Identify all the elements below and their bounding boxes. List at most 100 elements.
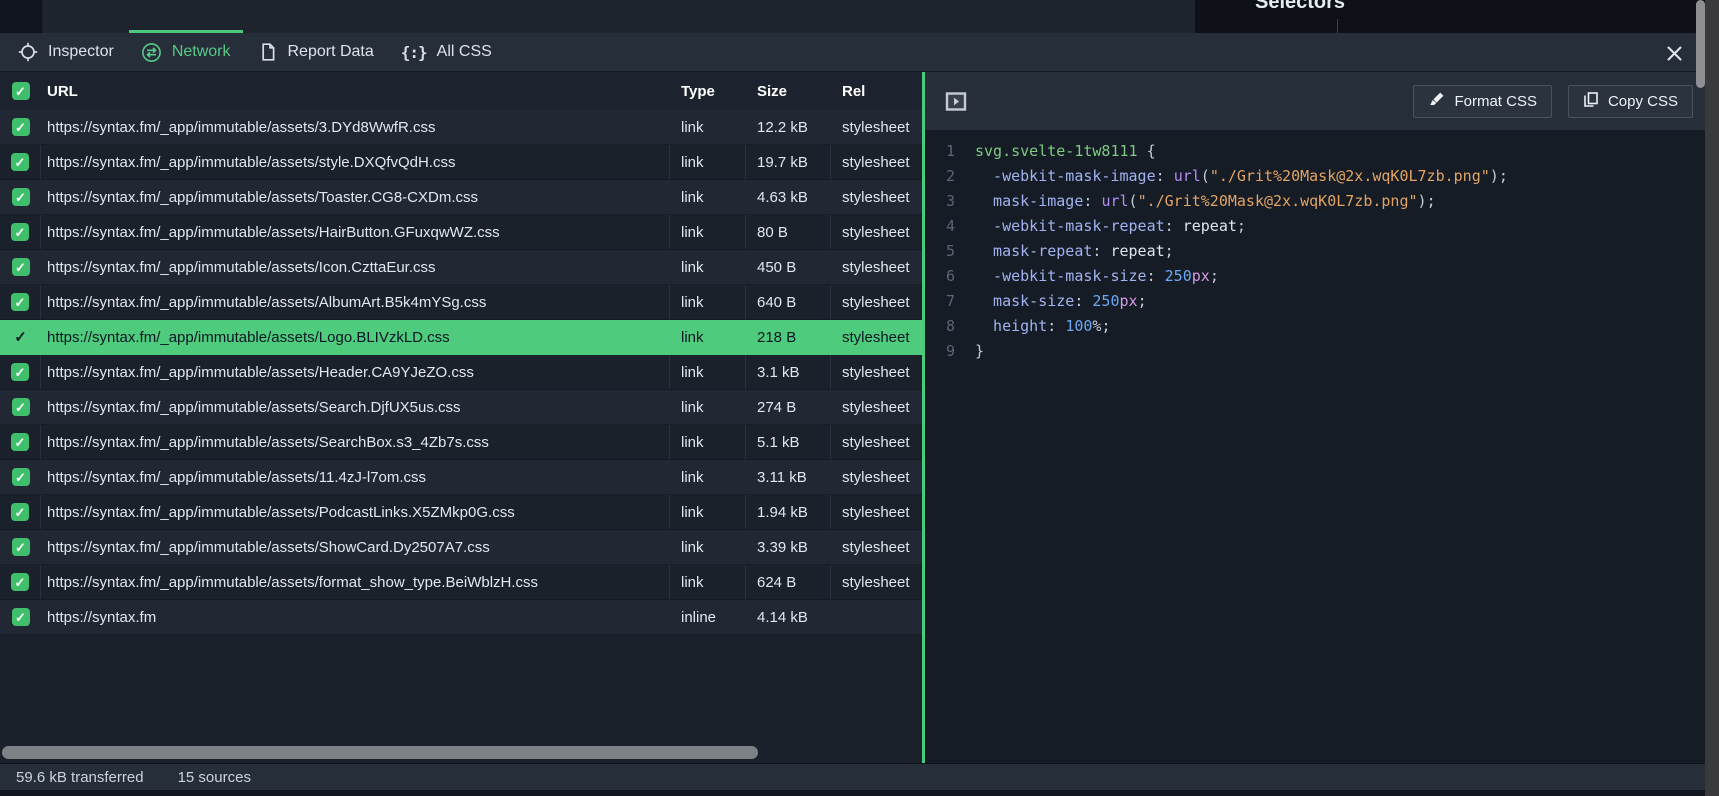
- line-number: 5: [925, 239, 955, 264]
- check-icon: ✓: [11, 223, 29, 241]
- code-line: 9}: [925, 339, 1705, 364]
- row-checkbox[interactable]: ✓: [0, 110, 41, 144]
- row-checkbox[interactable]: ✓: [0, 600, 41, 634]
- table-row[interactable]: ✓https://syntax.fm/_app/immutable/assets…: [0, 355, 922, 390]
- line-number: 4: [925, 214, 955, 239]
- row-url-cell: https://syntax.fm/_app/immutable/assets/…: [41, 110, 670, 144]
- row-checkbox[interactable]: ✓: [0, 355, 41, 389]
- code-line: 1svg.svelte-1tw8111 {: [925, 139, 1705, 164]
- row-rel-cell: stylesheet: [831, 390, 922, 424]
- table-row[interactable]: ✓https://syntax.fm/_app/immutable/assets…: [0, 320, 922, 355]
- row-checkbox[interactable]: ✓: [0, 495, 41, 529]
- table-row[interactable]: ✓https://syntax.fm/_app/immutable/assets…: [0, 460, 922, 495]
- row-type-cell: link: [670, 460, 746, 494]
- row-rel-cell: stylesheet: [831, 565, 922, 599]
- browser-window: Selectors Inspector: [0, 0, 1719, 796]
- braces-icon: {:}: [401, 43, 427, 62]
- tab-all-css[interactable]: {:} All CSS: [401, 33, 492, 71]
- row-size-cell: 3.39 kB: [746, 530, 831, 564]
- code-line: 5 mask-repeat: repeat;: [925, 239, 1705, 264]
- status-bar: 59.6 kB transferred 15 sources: [0, 763, 1705, 790]
- row-checkbox[interactable]: ✓: [0, 215, 41, 249]
- devtools-bottom-edge: [0, 790, 1705, 796]
- page-vertical-scrollbar-thumb[interactable]: [1696, 0, 1705, 88]
- network-arrows-icon: [141, 42, 162, 63]
- table-row[interactable]: ✓https://syntax.fm/_app/immutable/assets…: [0, 285, 922, 320]
- horizontal-scrollbar-thumb[interactable]: [2, 746, 758, 759]
- check-icon: ✓: [12, 118, 30, 136]
- table-row[interactable]: ✓https://syntax.fm/_app/immutable/assets…: [0, 180, 922, 215]
- row-size-cell: 3.1 kB: [746, 355, 831, 389]
- row-checkbox[interactable]: ✓: [0, 250, 41, 284]
- check-icon: ✓: [11, 293, 29, 311]
- table-row[interactable]: ✓https://syntax.fm/_app/immutable/assets…: [0, 530, 922, 565]
- page-right-dark-block: Selectors: [1195, 0, 1705, 33]
- table-row[interactable]: ✓ https://syntax.fm/_app/immutable/assets…: [0, 390, 922, 425]
- code-line: 3 mask-image: url("./Grit%20Mask@2x.wqK0…: [925, 189, 1705, 214]
- row-checkbox[interactable]: ✓: [0, 145, 41, 179]
- copy-css-button[interactable]: Copy CSS: [1568, 85, 1693, 118]
- tab-inspector[interactable]: Inspector: [18, 33, 114, 71]
- table-row[interactable]: ✓https://syntax.fminline4.14 kB: [0, 600, 922, 635]
- row-type-cell: link: [670, 320, 746, 354]
- row-size-cell: 5.1 kB: [746, 425, 831, 459]
- row-url-cell: https://syntax.fm/_app/immutable/assets/…: [41, 215, 670, 249]
- row-url-cell: https://syntax.fm/_app/immutable/assets/…: [41, 390, 670, 424]
- row-type-cell: link: [670, 145, 746, 179]
- row-url-cell: https://syntax.fm/_app/immutable/assets/…: [41, 495, 670, 529]
- row-checkbox[interactable]: ✓: [0, 390, 41, 424]
- row-type-cell: inline: [670, 600, 746, 634]
- row-checkbox[interactable]: ✓: [0, 460, 41, 494]
- table-row[interactable]: ✓ https://syntax.fm/_app/immutable/assets…: [0, 215, 922, 250]
- row-rel-cell: stylesheet: [831, 285, 922, 319]
- row-type-cell: link: [670, 215, 746, 249]
- row-type-cell: link: [670, 285, 746, 319]
- table-row[interactable]: ✓ https://syntax.fm/_app/immutable/assets…: [0, 495, 922, 530]
- tab-label: Network: [172, 43, 231, 61]
- tab-network[interactable]: Network: [141, 33, 231, 71]
- panel-toggle-icon[interactable]: [945, 91, 968, 112]
- check-icon: ✓: [12, 398, 30, 416]
- line-number: 2: [925, 164, 955, 189]
- check-icon: ✓: [11, 503, 29, 521]
- row-checkbox[interactable]: ✓: [0, 285, 41, 319]
- table-row[interactable]: ✓ https://syntax.fm/_app/immutable/assets…: [0, 110, 922, 145]
- check-icon: ✓: [12, 608, 30, 626]
- row-size-cell: 624 B: [746, 565, 831, 599]
- row-url-cell: https://syntax.fm/_app/immutable/assets/…: [41, 355, 670, 389]
- close-devtools-button[interactable]: [1663, 42, 1685, 64]
- code-line: 2 -webkit-mask-image: url("./Grit%20Mask…: [925, 164, 1705, 189]
- row-rel-cell: stylesheet: [831, 425, 922, 459]
- table-row[interactable]: ✓https://syntax.fm/_app/immutable/assets…: [0, 250, 922, 285]
- sources-count: 15 sources: [178, 769, 251, 786]
- row-rel-cell: stylesheet: [831, 180, 922, 214]
- row-rel-cell: stylesheet: [831, 530, 922, 564]
- row-checkbox[interactable]: ✓: [0, 180, 41, 214]
- row-type-cell: link: [670, 565, 746, 599]
- row-checkbox[interactable]: ✓: [0, 425, 41, 459]
- format-css-button[interactable]: Format CSS: [1413, 85, 1552, 118]
- row-rel-cell: stylesheet: [831, 215, 922, 249]
- tab-report-data[interactable]: Report Data: [258, 33, 374, 71]
- tab-label: Inspector: [48, 43, 114, 61]
- row-url-cell: https://syntax.fm/_app/immutable/assets/…: [41, 565, 670, 599]
- table-row[interactable]: ✓https://syntax.fm/_app/immutable/assets…: [0, 145, 922, 180]
- row-url-cell: https://syntax.fm/_app/immutable/assets/…: [41, 460, 670, 494]
- copy-icon: [1583, 91, 1599, 112]
- column-header-url: URL: [41, 83, 670, 100]
- row-rel-cell: stylesheet: [831, 355, 922, 389]
- row-checkbox[interactable]: ✓: [0, 565, 41, 599]
- line-number: 7: [925, 289, 955, 314]
- table-row[interactable]: ✓https://syntax.fm/_app/immutable/assets…: [0, 425, 922, 460]
- window-edge-strip: [1705, 0, 1719, 796]
- row-url-cell: https://syntax.fm/_app/immutable/assets/…: [41, 250, 670, 284]
- table-row[interactable]: ✓https://syntax.fm/_app/immutable/assets…: [0, 565, 922, 600]
- row-rel-cell: stylesheet: [831, 460, 922, 494]
- row-checkbox[interactable]: ✓: [0, 320, 41, 354]
- line-number: 9: [925, 339, 955, 364]
- header-checkbox[interactable]: ✓: [0, 82, 41, 100]
- row-checkbox[interactable]: ✓: [0, 530, 41, 564]
- page-left-dark-block: [0, 0, 42, 33]
- row-type-cell: link: [670, 355, 746, 389]
- row-rel-cell: stylesheet: [831, 250, 922, 284]
